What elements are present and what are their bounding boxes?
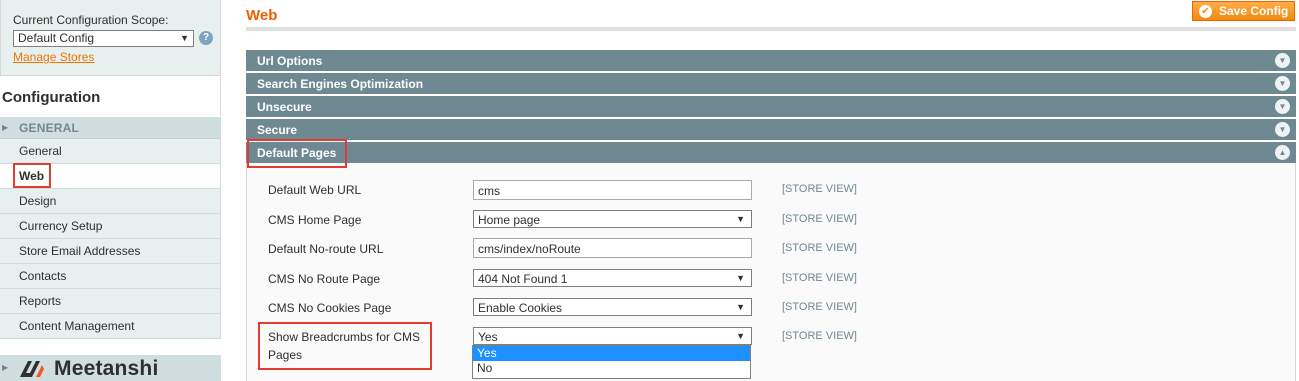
sidebar-item-currency-setup[interactable]: Currency Setup [0,214,221,239]
meetanshi-mark-icon [20,361,44,377]
dropdown-option-yes[interactable]: Yes [473,346,750,361]
select-value: Home page [478,213,541,227]
select-value: Enable Cookies [478,301,563,315]
group-general[interactable]: ▶ GENERAL [0,117,221,139]
default-pages-highlight-box [247,139,347,168]
scope-select[interactable]: Default Config ▼ [13,30,194,47]
sidebar-item-store-email-addresses[interactable]: Store Email Addresses [0,239,221,264]
section-label: Secure [257,123,298,137]
expand-icon[interactable]: ▼ [1275,99,1290,114]
chevron-down-icon: ▼ [736,331,745,341]
cms-home-page-select[interactable]: Home page ▼ [473,210,752,228]
section-label: Url Options [257,54,323,68]
dropdown-option-no[interactable]: No [473,361,750,376]
default-no-route-url-input[interactable]: cms/index/noRoute [473,238,752,258]
field-label-default-web-url: Default Web URL [268,183,362,197]
default-web-url-input[interactable]: cms [473,180,752,200]
configuration-title: Configuration [0,77,221,116]
chevron-down-icon: ▼ [736,273,745,283]
select-value: 404 Not Found 1 [478,272,568,286]
scope-tag: [STORE VIEW] [782,183,857,195]
sidebar: Current Configuration Scope: Default Con… [0,0,221,381]
breadcrumbs-highlight-box [258,322,432,370]
scope-tag: [STORE VIEW] [782,301,857,313]
section-secure[interactable]: Secure ▼ [246,119,1296,141]
scope-label: Current Configuration Scope: [13,13,169,27]
expand-icon[interactable]: ▼ [1275,53,1290,68]
help-icon[interactable]: ? [199,31,213,45]
cms-no-cookies-page-select[interactable]: Enable Cookies ▼ [473,298,752,316]
field-label-cms-home-page: CMS Home Page [268,213,362,227]
section-unsecure[interactable]: Unsecure ▼ [246,96,1296,118]
logo-text: Meetanshi [54,357,159,380]
scope-switcher-panel: Current Configuration Scope: Default Con… [0,0,221,76]
scope-tag: [STORE VIEW] [782,330,857,342]
show-breadcrumbs-select[interactable]: Yes ▼ [473,327,752,345]
scope-tag: [STORE VIEW] [782,213,857,225]
save-config-button[interactable]: ✔ Save Config [1192,1,1295,21]
breadcrumbs-dropdown-list: Yes No [472,345,751,379]
sidebar-item-reports[interactable]: Reports [0,289,221,314]
scope-tag: [STORE VIEW] [782,272,857,284]
manage-stores-link[interactable]: Manage Stores [13,50,94,64]
section-label: Search Engines Optimization [257,77,424,91]
sidebar-item-design[interactable]: Design [0,189,221,214]
expand-icon[interactable]: ▼ [1275,122,1290,137]
section-url-options[interactable]: Url Options ▼ [246,50,1296,72]
chevron-down-icon: ▼ [736,214,745,224]
chevron-down-icon: ▼ [180,33,189,43]
scope-select-value: Default Config [18,31,95,45]
sidebar-item-contacts[interactable]: Contacts [0,264,221,289]
triangle-right-icon: ▶ [2,123,9,132]
select-value: Yes [478,330,498,344]
save-config-label: Save Config [1219,4,1289,18]
meetanshi-logo: Meetanshi [20,357,159,381]
collapse-icon[interactable]: ▲ [1275,145,1290,160]
triangle-right-icon: ▶ [2,363,9,372]
section-default-pages[interactable]: Default Pages ▲ [246,142,1296,164]
field-label-cms-no-route-page: CMS No Route Page [268,272,381,286]
scope-tag: [STORE VIEW] [782,242,857,254]
web-highlight-box [13,163,51,188]
title-divider [246,27,1296,31]
field-label-default-no-route-url: Default No-route URL [268,242,384,256]
checkmark-icon: ✔ [1199,5,1212,18]
page-title: Web [246,7,278,24]
field-label-cms-no-cookies-page: CMS No Cookies Page [268,301,392,315]
sidebar-item-general[interactable]: General [0,139,221,164]
section-label: Unsecure [257,100,312,114]
section-search-engines-optimization[interactable]: Search Engines Optimization ▼ [246,73,1296,95]
group-general-label: GENERAL [19,121,80,135]
chevron-down-icon: ▼ [736,302,745,312]
sidebar-item-content-management[interactable]: Content Management [0,314,221,339]
cms-no-route-page-select[interactable]: 404 Not Found 1 ▼ [473,269,752,287]
expand-icon[interactable]: ▼ [1275,76,1290,91]
